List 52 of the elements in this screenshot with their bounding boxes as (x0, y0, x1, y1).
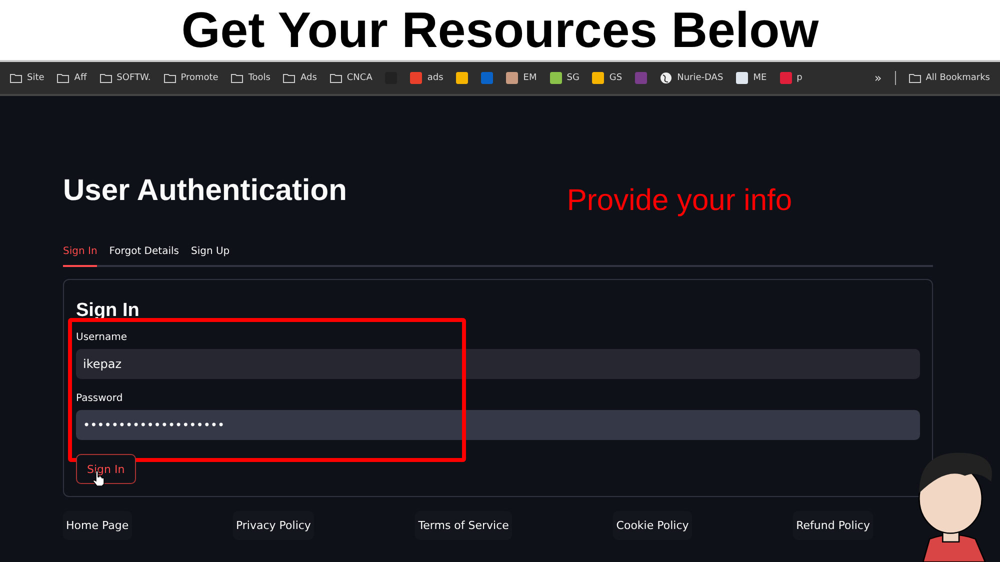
bookmark[interactable]: CNCA (330, 73, 372, 83)
bookmark[interactable]: ME (736, 72, 767, 84)
field-label: Password (76, 393, 124, 404)
input-field[interactable]: •••••••••••••••••••• (76, 410, 920, 440)
site-icon (736, 72, 748, 84)
site-icon (635, 72, 648, 84)
site-icon (550, 72, 562, 84)
folder-icon (283, 73, 296, 83)
tab[interactable]: Forgot Details (109, 240, 179, 267)
input-field[interactable]: ikepaz (76, 349, 920, 379)
tab[interactable]: Sign In (63, 240, 98, 267)
bookmark[interactable]: p (780, 72, 802, 84)
site-icon (780, 72, 792, 84)
bookmark[interactable]: Tools (231, 73, 270, 83)
bookmark[interactable]: Promote (164, 73, 218, 83)
bookmark[interactable]: Site (10, 73, 44, 83)
site-icon (410, 72, 422, 84)
form-heading: Sign In (76, 300, 140, 322)
site-icon (592, 72, 604, 84)
bookmark[interactable]: EM (506, 72, 537, 84)
banner-title: Get Your Resources Below (181, 1, 819, 59)
bookmark[interactable]: ads (410, 72, 444, 84)
bookmark[interactable]: GS (592, 72, 622, 84)
folder-icon (10, 73, 22, 83)
page-title: User Authentication (63, 174, 347, 208)
bookmark[interactable]: Nurie-DAS (660, 72, 724, 84)
bookmark[interactable]: SOFTW. (100, 73, 151, 83)
tab[interactable]: Sign Up (190, 240, 230, 267)
footer-link[interactable]: Terms of Service (415, 511, 512, 540)
folder-icon (908, 73, 921, 83)
footer-link[interactable]: Refund Policy (793, 511, 873, 540)
site-icon (506, 72, 518, 84)
globe-icon (660, 72, 672, 84)
bookmark[interactable]: Ads (283, 73, 317, 83)
folder-icon (100, 73, 112, 83)
bookmark[interactable]: Aff (57, 73, 87, 83)
folder-icon (57, 73, 70, 83)
site-icon (456, 72, 468, 84)
site-icon (481, 72, 494, 84)
folder-icon (330, 73, 342, 83)
footer-link[interactable]: Privacy Policy (232, 511, 314, 540)
bookmark-icon[interactable] (456, 72, 468, 84)
footer-link[interactable]: Home Page (63, 511, 132, 540)
footer-link[interactable]: Cookie Policy (613, 511, 692, 540)
field-label: Username (76, 332, 128, 343)
folder-icon (164, 73, 176, 83)
more-bookmarks-button[interactable]: » (874, 71, 882, 85)
folder-icon (231, 73, 244, 83)
all-bookmarks[interactable]: All Bookmarks (908, 73, 990, 83)
annotation-text: Provide your info (566, 184, 792, 218)
bookmark[interactable]: SG (550, 72, 580, 84)
sign-in-button[interactable]: Sign In (76, 454, 136, 484)
